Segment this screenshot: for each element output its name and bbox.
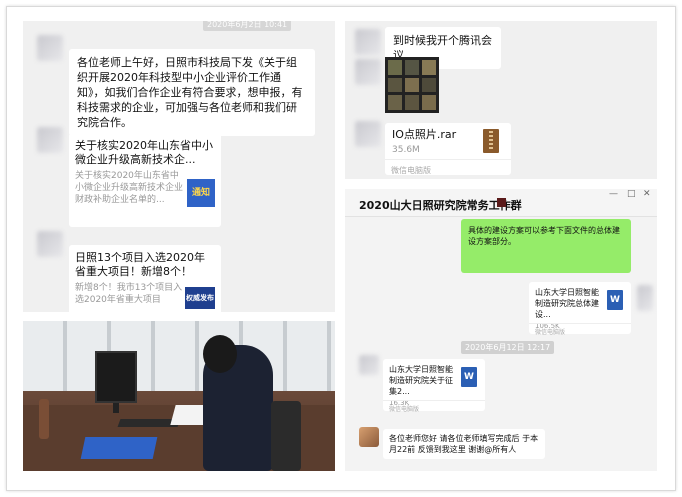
word-file-icon: W	[607, 290, 623, 310]
link-card-subtitle: 关于核实2020年山东省中小微企业升级高新技术企业财政补助企业名单的...	[75, 171, 184, 205]
rar-file-icon	[483, 129, 499, 153]
monitor-stand	[113, 403, 119, 413]
photo-thumb[interactable]	[422, 95, 436, 110]
message-text: 具体的建设方案可以参考下面文件的总体建设方案部分。	[468, 226, 620, 246]
file-source: 微信电脑版	[385, 159, 511, 175]
avatar	[37, 35, 63, 61]
monitor	[95, 351, 137, 403]
avatar	[355, 29, 381, 55]
message-text: 各位老师上午好，日照市科技局下发《关于组织开展2020年科技型中小企业评价工作通…	[77, 56, 303, 129]
thumbnail-label: 权威发布	[186, 294, 214, 302]
word-file-icon: W	[461, 367, 477, 387]
minimize-button[interactable]: —	[609, 189, 618, 199]
file-name: 山东大学日照智能制造研究院关于征集2...	[389, 365, 453, 396]
chair	[271, 401, 301, 471]
avatar	[637, 285, 653, 311]
photo-thumb[interactable]	[388, 95, 402, 110]
window-light	[23, 321, 335, 391]
avatar	[359, 355, 379, 375]
photo-grid[interactable]	[385, 57, 439, 113]
photo-thumb[interactable]	[405, 95, 419, 110]
file-card-rar[interactable]: IO点照片.rar 35.6M 微信电脑版	[385, 123, 511, 175]
link-card-2[interactable]: 日照13个项目入选2020年省重大项目！新增8个！ 新增8个！我市13个项目入选…	[69, 245, 221, 312]
message-text: 各位老师您好 请各位老师填写完成后 于本月22前 反馈到我这里 谢谢@所有人	[389, 434, 539, 454]
link-card-thumbnail: 通知	[187, 179, 215, 207]
avatar	[355, 121, 381, 147]
maximize-button[interactable]: □	[627, 189, 636, 199]
avatar	[37, 127, 63, 153]
chat-title-bar: 2020山大日照研究院常务工作群 — □ ✕	[345, 189, 657, 217]
photo-thumb[interactable]	[388, 77, 402, 93]
chat-timestamp: 2020年6月12日 12:17	[461, 341, 555, 354]
photo-thumb[interactable]	[405, 77, 419, 93]
avatar	[37, 231, 63, 257]
link-card-title: 关于核实2020年山东省中小微企业升级高新技术企...	[75, 139, 213, 166]
folder	[80, 437, 158, 459]
link-card-subtitle: 新增8个！我市13个项目入选2020年省重大项目	[75, 283, 183, 305]
thumbnail-label: 通知	[191, 188, 210, 198]
avatar	[355, 59, 381, 85]
file-name: 山东大学日照智能制造研究院总体建设...	[535, 288, 599, 319]
file-source: 微信电脑版	[383, 400, 485, 413]
link-card-thumbnail: 权威发布	[185, 287, 215, 309]
title-color-chip	[497, 198, 506, 207]
right-top-chat-panel: 到时候我开个腾讯会议 IO点照片.rar 35.6M 微信电脑版	[345, 21, 657, 179]
message-bubble-request[interactable]: 各位老师您好 请各位老师填写完成后 于本月22前 反馈到我这里 谢谢@所有人	[383, 429, 545, 459]
left-chat-panel: 2020年6月2日 10:41 各位老师上午好，日照市科技局下发《关于组织开展2…	[23, 21, 335, 312]
left-timestamp: 2020年6月2日 10:41	[203, 21, 292, 31]
green-message-bubble[interactable]: 具体的建设方案可以参考下面文件的总体建设方案部分。	[461, 219, 631, 273]
photo-thumb[interactable]	[422, 60, 436, 75]
bottle	[39, 399, 49, 439]
person-head	[203, 335, 237, 373]
file-card-notice[interactable]: 山东大学日照智能制造研究院关于征集2... 16.3K W 微信电脑版	[383, 359, 485, 413]
office-photo	[23, 321, 335, 471]
link-card-title: 日照13个项目入选2020年省重大项目！新增8个！	[75, 251, 205, 278]
group-chat-window: 2020山大日照研究院常务工作群 — □ ✕ 具体的建设方案可以参考下面文件的总…	[345, 189, 657, 471]
file-source: 微信电脑版	[529, 323, 631, 336]
avatar	[359, 427, 379, 447]
photo-thumb[interactable]	[388, 60, 402, 75]
close-button[interactable]: ✕	[643, 189, 651, 199]
file-card-plan[interactable]: 山东大学日照智能制造研究院总体建设... 106.5K W 微信电脑版	[529, 282, 631, 336]
message-bubble-notice[interactable]: 各位老师上午好，日照市科技局下发《关于组织开展2020年科技型中小企业评价工作通…	[69, 49, 315, 136]
photo-thumb[interactable]	[422, 77, 436, 93]
photo-thumb[interactable]	[405, 60, 419, 75]
link-card-1[interactable]: 关于核实2020年山东省中小微企业升级高新技术企... 关于核实2020年山东省…	[69, 133, 221, 227]
